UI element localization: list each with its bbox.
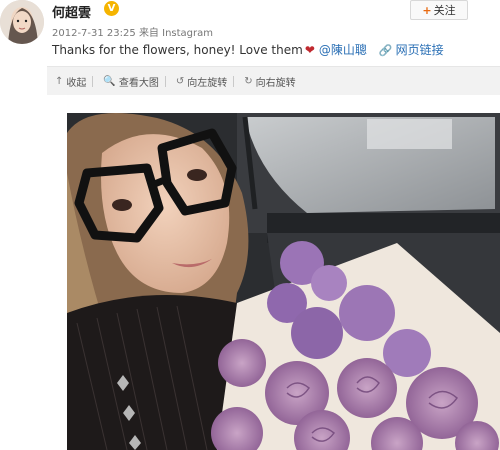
mention-link[interactable]: @陳山聰 <box>319 43 367 57</box>
follow-button[interactable]: + 关注 <box>410 0 468 20</box>
collapse-button[interactable]: ↑ 收起 <box>55 74 86 89</box>
verified-badge-icon: V <box>104 1 119 16</box>
toolbar-divider <box>233 75 235 87</box>
view-large-button[interactable]: 🔍 查看大图 <box>103 74 158 89</box>
username[interactable]: 何超雲 <box>52 2 91 21</box>
web-link[interactable]: 🔗 网页链接 <box>379 43 444 57</box>
follow-button-label: 关注 <box>433 4 456 17</box>
rotate-right-button[interactable]: ↻ 向右旋转 <box>244 74 295 89</box>
post-meta: 2012-7-31 23:25 来自 Instagram <box>52 24 213 39</box>
toolbar-divider <box>92 75 94 87</box>
post-source[interactable]: 来自 Instagram <box>139 28 213 39</box>
post-photo-drawing <box>67 113 500 450</box>
post-photo[interactable] <box>67 113 500 450</box>
rotate-left-button[interactable]: ↺ 向左旋转 <box>176 74 227 89</box>
view-large-label: 查看大图 <box>118 77 159 89</box>
post-timestamp[interactable]: 2012-7-31 23:25 <box>52 28 136 39</box>
collapse-label: 收起 <box>66 77 87 89</box>
post-body: Thanks for the flowers, honey! Love them <box>52 43 303 57</box>
web-link-label: 网页链接 <box>395 43 444 57</box>
heart-icon: ❤ <box>304 43 315 57</box>
image-toolbar: ↑ 收起 🔍 查看大图 ↺ 向左旋转 ↻ 向右旋转 <box>47 66 500 95</box>
link-icon: 🔗 <box>378 44 393 57</box>
user-avatar[interactable] <box>0 0 44 44</box>
toolbar-divider <box>164 75 166 87</box>
magnifier-icon: 🔍 <box>103 75 116 87</box>
rotate-right-label: 向右旋转 <box>255 77 296 89</box>
rotate-left-label: 向左旋转 <box>187 77 228 89</box>
post-text: Thanks for the flowers, honey! Love them… <box>52 41 444 58</box>
plus-icon: + <box>422 3 432 17</box>
up-arrow-icon: ↑ <box>55 75 64 87</box>
rotate-left-icon: ↺ <box>175 75 185 87</box>
rotate-right-icon: ↻ <box>244 75 253 87</box>
